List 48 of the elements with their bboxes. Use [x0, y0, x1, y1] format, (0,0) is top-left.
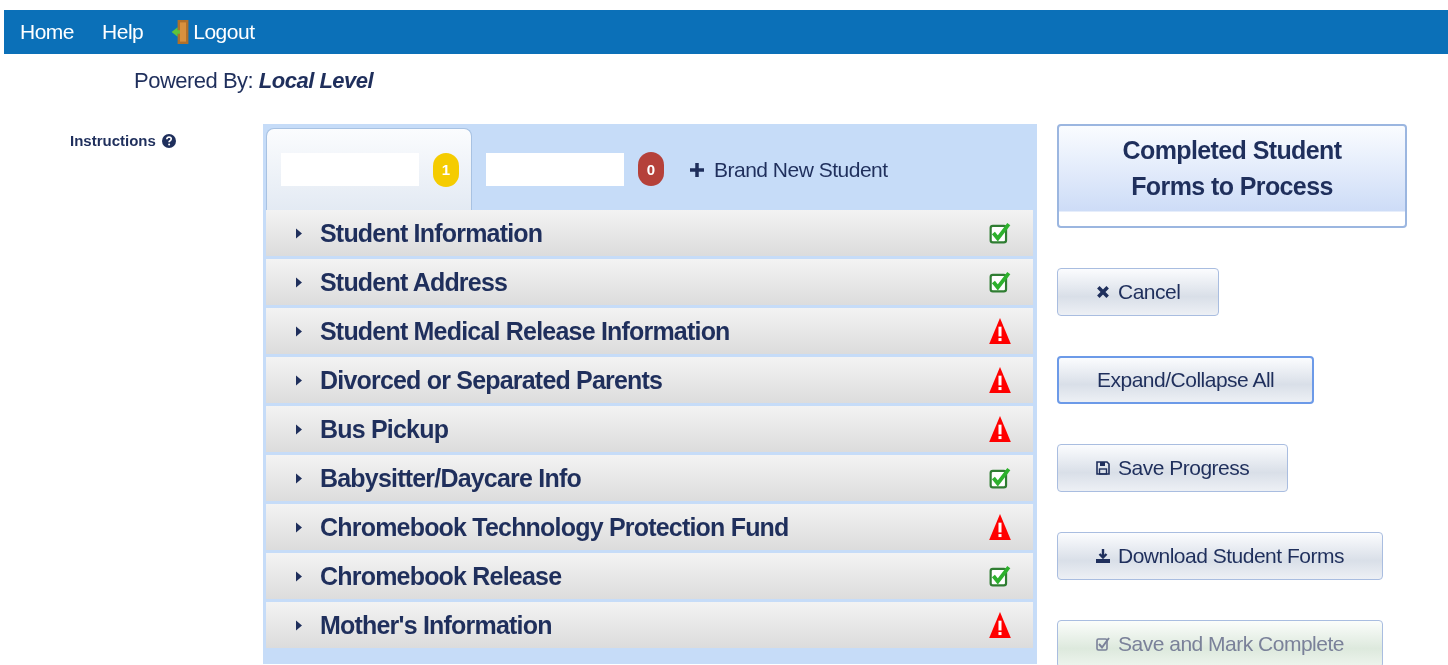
section-header[interactable]: Mother's Information: [266, 602, 1033, 648]
warning-icon: [989, 612, 1011, 638]
brand-new-student-link[interactable]: Brand New Student: [690, 158, 888, 182]
warning-icon: [989, 514, 1011, 540]
caret-icon: [296, 276, 302, 288]
checkbox-check-icon: [989, 563, 1011, 589]
download-icon: [1096, 549, 1110, 563]
help-icon[interactable]: [161, 134, 176, 148]
count-badge: 1: [433, 152, 459, 187]
section-header[interactable]: Babysitter/Daycare Info: [266, 455, 1033, 501]
section-header[interactable]: Bus Pickup: [266, 406, 1033, 452]
section-header[interactable]: Divorced or Separated Parents: [266, 357, 1033, 403]
caret-icon: [296, 570, 302, 582]
brand-name: Local Level: [258, 68, 374, 93]
close-icon: [1096, 285, 1110, 299]
door-icon: [171, 20, 190, 44]
instructions-label: Instructions: [70, 132, 156, 149]
warning-icon: [989, 318, 1011, 344]
caret-icon: [296, 325, 302, 337]
section-header[interactable]: Student Address: [266, 259, 1033, 305]
warning-icon: [989, 367, 1011, 393]
nav-link[interactable]: Help: [102, 20, 144, 44]
section-header[interactable]: Chromebook Technology Protection Fund: [266, 504, 1033, 550]
powered-by-label: Powered By:: [134, 68, 254, 93]
section-header[interactable]: Chromebook Release: [266, 553, 1033, 599]
section-header[interactable]: Student Information: [266, 210, 1033, 256]
action-button[interactable]: Expand/Collapse All: [1057, 356, 1315, 404]
count-badge: 0: [638, 152, 664, 186]
warning-icon: [989, 416, 1011, 442]
action-button[interactable]: Download Student Forms: [1057, 532, 1383, 580]
caret-icon: [296, 423, 302, 435]
caret-icon: [296, 227, 302, 239]
checkbox-icon: [1096, 637, 1110, 651]
section-header[interactable]: Student Medical Release Information: [266, 308, 1033, 354]
caret-icon: [296, 374, 302, 386]
completed-forms-button[interactable]: Completed Student Forms to Process: [1057, 124, 1407, 228]
student-tab[interactable]: 0: [472, 128, 678, 210]
nav-link[interactable]: Home: [20, 20, 75, 44]
caret-icon: [296, 521, 302, 533]
caret-icon: [296, 619, 302, 631]
checkbox-check-icon: [989, 269, 1011, 295]
action-button[interactable]: Cancel: [1057, 268, 1220, 316]
plus-icon: [690, 163, 704, 177]
action-button[interactable]: Save Progress: [1057, 444, 1289, 492]
checkbox-check-icon: [989, 220, 1011, 246]
caret-icon: [296, 472, 302, 484]
logout-link[interactable]: Logout: [171, 20, 255, 44]
checkbox-check-icon: [989, 465, 1011, 491]
